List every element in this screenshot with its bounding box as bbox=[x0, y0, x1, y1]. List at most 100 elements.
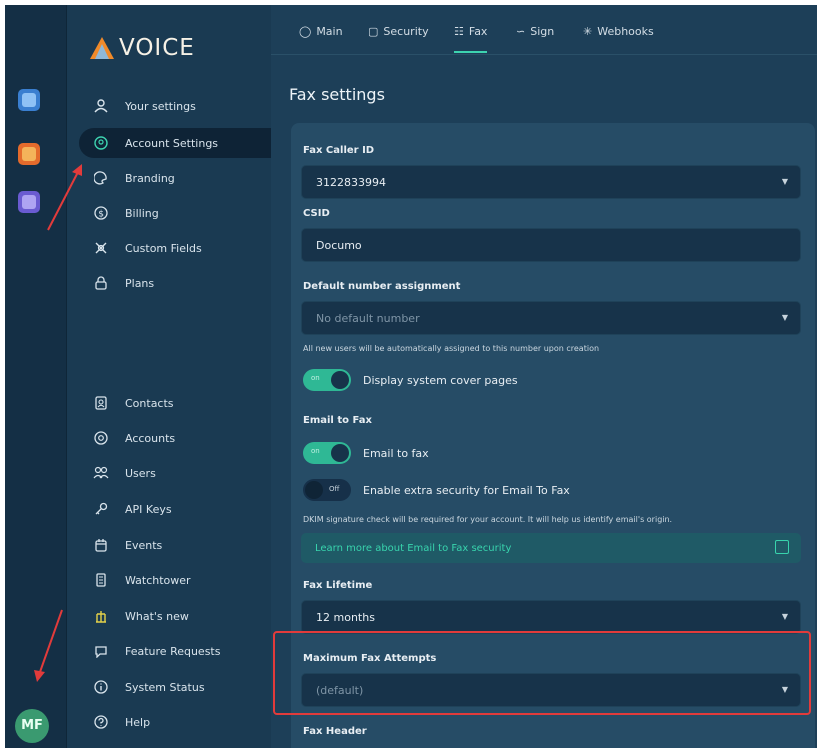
fax-lifetime-value: 12 months bbox=[316, 610, 375, 624]
tab-fax[interactable]: ☷ Fax bbox=[454, 25, 488, 53]
fax-caller-id-value: 3122833994 bbox=[316, 175, 386, 189]
email-to-fax-toggle[interactable]: on bbox=[303, 442, 351, 464]
logo-text: VOICE bbox=[119, 35, 195, 61]
avatar[interactable]: MF bbox=[15, 709, 49, 743]
page-title: Fax settings bbox=[289, 85, 385, 104]
tab-label: Webhooks bbox=[597, 25, 654, 38]
svg-text:$: $ bbox=[98, 210, 104, 220]
logo[interactable]: VOICE bbox=[89, 33, 195, 63]
sidebar-item-label: Billing bbox=[125, 206, 159, 220]
watchtower-icon bbox=[93, 572, 109, 588]
fax-header-label: Fax Header bbox=[303, 726, 367, 737]
sidebar-item-label: Watchtower bbox=[125, 573, 191, 587]
settings-tabs: ◯ Main ▢ Security ☷ Fax ∽ Sign ✳ Webhook… bbox=[271, 5, 817, 55]
lock-icon bbox=[93, 275, 109, 291]
sidebar-item-label: Help bbox=[125, 715, 151, 729]
app-rail: MF bbox=[5, 5, 67, 748]
sidebar-item-events[interactable]: Events bbox=[79, 530, 271, 560]
csid-label: CSID bbox=[303, 208, 330, 219]
tab-label: Fax bbox=[468, 25, 488, 38]
extra-security-toggle[interactable]: Off bbox=[303, 479, 351, 501]
info-icon bbox=[93, 679, 109, 695]
rail-app-3-icon[interactable] bbox=[18, 191, 40, 213]
sidebar-item-label: Custom Fields bbox=[125, 241, 202, 255]
tab-sign[interactable]: ∽ Sign bbox=[516, 25, 554, 53]
user-icon: ◯ bbox=[299, 25, 312, 38]
fax-icon: ☷ bbox=[454, 25, 464, 38]
fax-lifetime-select[interactable]: 12 months ▼ bbox=[301, 600, 801, 634]
cover-pages-toggle[interactable]: on bbox=[303, 369, 351, 391]
sidebar-item-label: Events bbox=[125, 538, 163, 552]
help-icon bbox=[93, 714, 109, 730]
learn-more-text: Learn more about Email to Fax security bbox=[315, 542, 512, 554]
sidebar-item-custom-fields[interactable]: Custom Fields bbox=[79, 233, 271, 263]
sign-icon: ∽ bbox=[516, 25, 526, 38]
extra-security-label: Enable extra security for Email To Fax bbox=[363, 483, 570, 497]
sidebar-item-label: Accounts bbox=[125, 431, 176, 445]
dkim-help: DKIM signature check will be required fo… bbox=[303, 515, 673, 524]
extra-security-row: Off Enable extra security for Email To F… bbox=[303, 478, 570, 502]
sidebar-item-users[interactable]: Users bbox=[79, 458, 271, 488]
tab-label: Security bbox=[383, 25, 429, 38]
rail-app-2-icon[interactable] bbox=[18, 143, 40, 165]
sidebar-item-plans[interactable]: Plans bbox=[79, 268, 271, 298]
default-number-help: All new users will be automatically assi… bbox=[303, 344, 600, 353]
key-icon bbox=[93, 501, 109, 517]
voice-logo-icon bbox=[89, 36, 115, 60]
sidebar-item-api-keys[interactable]: API Keys bbox=[79, 494, 271, 524]
sidebar-item-label: Branding bbox=[125, 171, 175, 185]
sidebar-item-label: API Keys bbox=[125, 502, 172, 516]
fax-lifetime-label: Fax Lifetime bbox=[303, 580, 373, 591]
chevron-down-icon: ▼ bbox=[781, 612, 788, 621]
tab-main[interactable]: ◯ Main bbox=[299, 25, 343, 53]
fax-caller-id-select[interactable]: 3122833994 ▼ bbox=[301, 165, 801, 199]
sidebar-item-account-settings[interactable]: Account Settings bbox=[79, 128, 271, 158]
sidebar-item-label: Users bbox=[125, 466, 156, 480]
dollar-icon: $ bbox=[93, 205, 109, 221]
user-icon bbox=[93, 98, 109, 114]
sidebar-item-label: What's new bbox=[125, 609, 189, 623]
tab-security[interactable]: ▢ Security bbox=[368, 25, 429, 53]
sidebar-item-label: Your settings bbox=[125, 99, 196, 113]
users-icon bbox=[93, 465, 109, 481]
default-number-label: Default number assignment bbox=[303, 281, 461, 292]
at-icon bbox=[93, 430, 109, 446]
sidebar-item-branding[interactable]: Branding bbox=[79, 163, 271, 193]
sidebar-item-watchtower[interactable]: Watchtower bbox=[79, 565, 271, 595]
sidebar-item-help[interactable]: Help bbox=[79, 707, 271, 737]
sidebar-item-your-settings[interactable]: Your settings bbox=[79, 91, 271, 121]
sidebar-item-label: Account Settings bbox=[125, 136, 219, 150]
sidebar-item-contacts[interactable]: Contacts bbox=[79, 388, 271, 418]
email-to-fax-label: Email to fax bbox=[363, 446, 429, 460]
sidebar-item-label: Plans bbox=[125, 276, 155, 290]
whats-new-icon bbox=[93, 608, 109, 624]
cover-pages-row: on Display system cover pages bbox=[303, 368, 518, 392]
cover-pages-label: Display system cover pages bbox=[363, 373, 518, 387]
sidebar-item-accounts[interactable]: Accounts bbox=[79, 423, 271, 453]
toggle-state-text: Off bbox=[329, 485, 340, 493]
fax-caller-id-label: Fax Caller ID bbox=[303, 145, 375, 156]
csid-value: Documo bbox=[316, 238, 362, 252]
toggle-state-text: on bbox=[311, 447, 320, 455]
chat-icon bbox=[93, 643, 109, 659]
sidebar: VOICE Your settings Account Settings Bra… bbox=[67, 5, 271, 748]
learn-more-link[interactable]: Learn more about Email to Fax security bbox=[301, 533, 801, 563]
tab-label: Main bbox=[316, 25, 343, 38]
tab-webhooks[interactable]: ✳ Webhooks bbox=[583, 25, 654, 53]
custom-fields-icon bbox=[93, 240, 109, 256]
sidebar-item-system-status[interactable]: System Status bbox=[79, 672, 271, 702]
sidebar-item-label: Contacts bbox=[125, 396, 174, 410]
rail-app-1-icon[interactable] bbox=[18, 89, 40, 111]
sidebar-item-label: System Status bbox=[125, 680, 205, 694]
csid-input[interactable]: Documo bbox=[301, 228, 801, 262]
sidebar-item-billing[interactable]: $ Billing bbox=[79, 198, 271, 228]
sidebar-item-feature-requests[interactable]: Feature Requests bbox=[79, 636, 271, 666]
default-number-select[interactable]: No default number ▼ bbox=[301, 301, 801, 335]
contact-card-icon bbox=[93, 395, 109, 411]
annotation-highlight-box bbox=[273, 631, 811, 715]
sidebar-item-whats-new[interactable]: What's new bbox=[79, 601, 271, 631]
account-circle-icon bbox=[93, 135, 109, 151]
chevron-down-icon: ▼ bbox=[781, 313, 788, 322]
external-link-icon bbox=[775, 540, 789, 554]
calendar-icon bbox=[93, 537, 109, 553]
